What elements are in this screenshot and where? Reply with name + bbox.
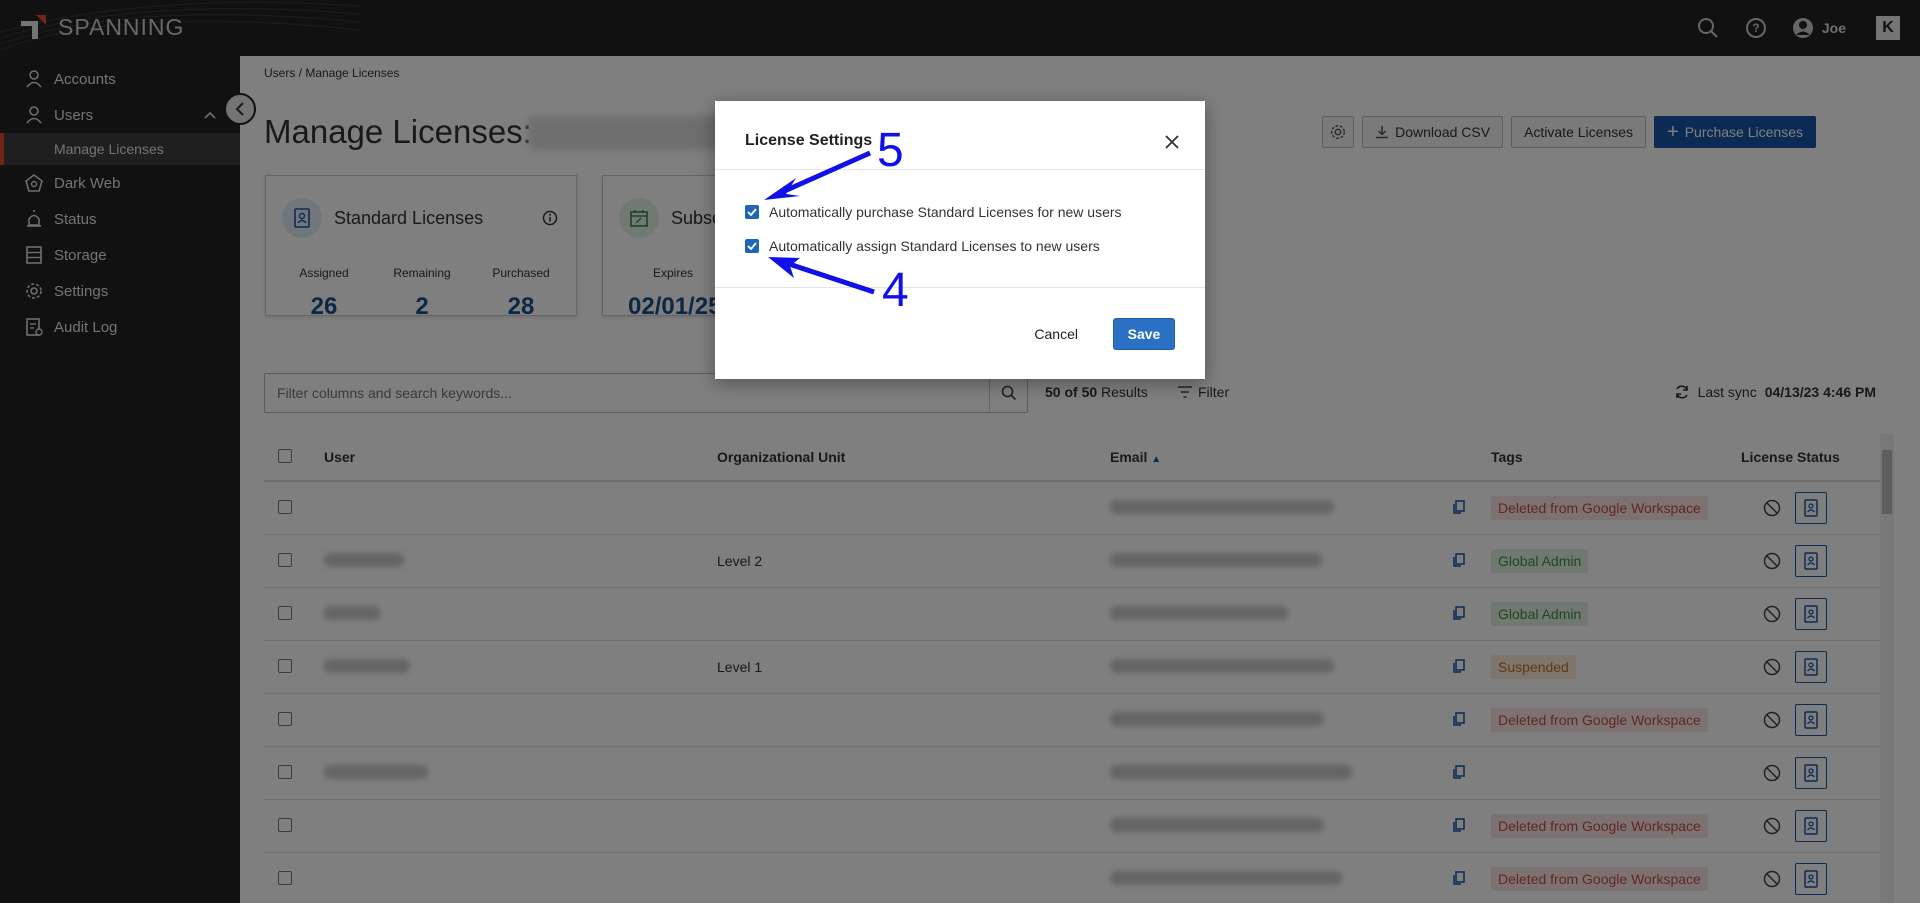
- checkmark-icon: [747, 242, 757, 250]
- auto-assign-label: Automatically assign Standard Licenses t…: [769, 238, 1100, 254]
- auto-purchase-option[interactable]: Automatically purchase Standard Licenses…: [745, 204, 1122, 220]
- auto-purchase-checkbox[interactable]: [745, 205, 759, 219]
- license-settings-dialog: License Settings Automatically purchase …: [715, 101, 1205, 379]
- close-icon[interactable]: [1165, 135, 1179, 152]
- cancel-button[interactable]: Cancel: [1022, 318, 1090, 350]
- dialog-title: License Settings: [745, 132, 873, 149]
- auto-assign-option[interactable]: Automatically assign Standard Licenses t…: [745, 238, 1100, 254]
- auto-assign-checkbox[interactable]: [745, 239, 759, 253]
- auto-purchase-label: Automatically purchase Standard Licenses…: [769, 204, 1122, 220]
- checkmark-icon: [747, 208, 757, 216]
- save-button[interactable]: Save: [1113, 318, 1175, 350]
